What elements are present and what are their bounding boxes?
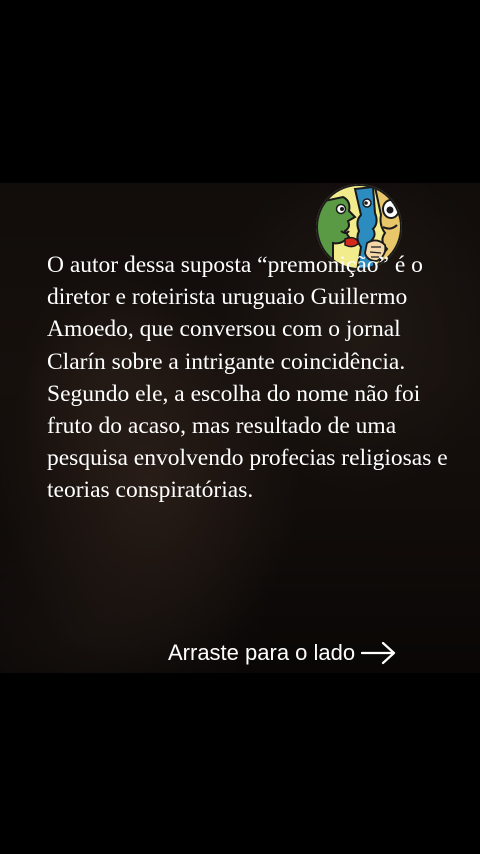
post-slide: O autor dessa suposta “premonição” é o d…	[0, 183, 480, 673]
arrow-right-icon	[361, 641, 396, 665]
swipe-next-button[interactable]: Arraste para o lado	[168, 635, 397, 671]
swipe-label: Arraste para o lado	[168, 640, 356, 665]
post-body-text: O autor dessa suposta “premonição” é o d…	[47, 252, 448, 504]
